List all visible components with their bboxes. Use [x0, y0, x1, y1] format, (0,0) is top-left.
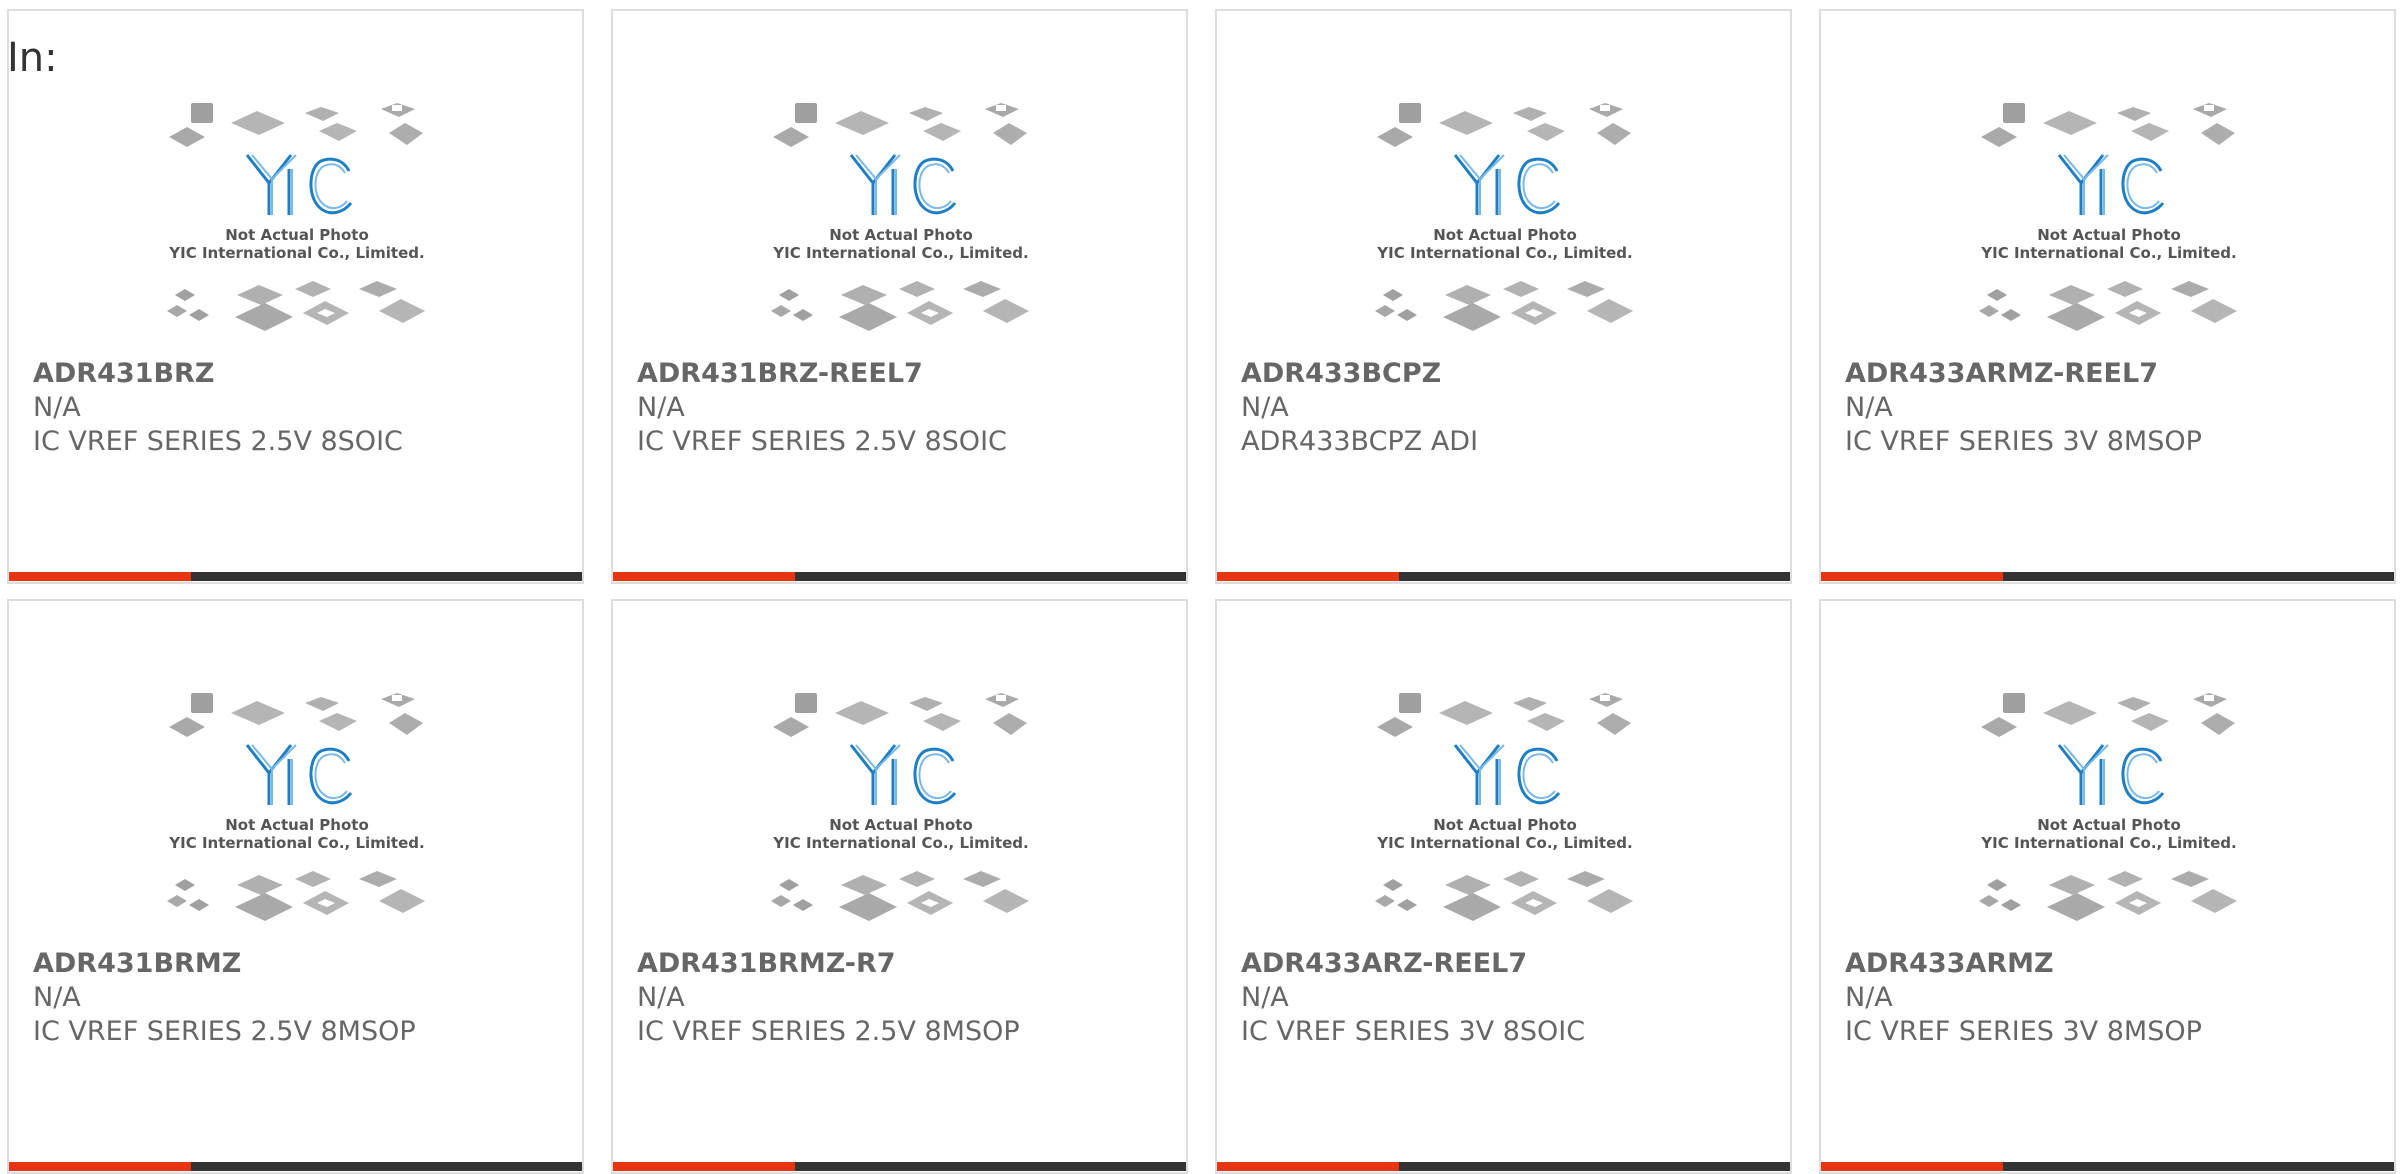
- chip-packages-bottom-icon: [1979, 871, 2237, 921]
- manufacturer: N/A: [1241, 982, 1289, 1013]
- yic-logo-icon: [1453, 744, 1561, 805]
- image-caption-line2: YIC International Co., Limited.: [168, 244, 424, 262]
- product-image: Not Actual Photo YIC International Co., …: [161, 99, 433, 349]
- image-caption-line2: YIC International Co., Limited.: [1980, 244, 2236, 262]
- product-description: IC VREF SERIES 2.5V 8SOIC: [33, 426, 403, 457]
- chip-packages-bottom-icon: [1375, 281, 1633, 331]
- part-number[interactable]: ADR431BRMZ: [33, 947, 562, 981]
- image-caption-line2: YIC International Co., Limited.: [772, 834, 1028, 852]
- product-image: Not Actual Photo YIC International Co., …: [1369, 99, 1641, 349]
- card-footer-accent: [1821, 572, 2003, 581]
- image-caption-line1: Not Actual Photo: [1433, 226, 1577, 244]
- part-number[interactable]: ADR431BRZ-REEL7: [637, 357, 1166, 391]
- manufacturer: N/A: [33, 982, 81, 1013]
- product-card[interactable]: Not Actual Photo YIC International Co., …: [1819, 599, 2396, 1174]
- manufacturer: N/A: [637, 982, 685, 1013]
- card-footer-bar: [1821, 1162, 2394, 1171]
- filter-label: In:: [7, 35, 58, 81]
- part-number[interactable]: ADR431BRZ: [33, 357, 562, 391]
- product-description: IC VREF SERIES 2.5V 8SOIC: [637, 426, 1007, 457]
- product-description: IC VREF SERIES 3V 8SOIC: [1241, 1016, 1586, 1047]
- part-number[interactable]: ADR433BCPZ: [1241, 357, 1770, 391]
- image-caption-line2: YIC International Co., Limited.: [772, 244, 1028, 262]
- chip-packages-top-icon: [773, 693, 1027, 737]
- card-footer-bar: [1217, 1162, 1790, 1171]
- chip-packages-top-icon: [773, 103, 1027, 147]
- chip-packages-bottom-icon: [167, 281, 425, 331]
- yic-logo-icon: [2057, 154, 2165, 215]
- manufacturer: N/A: [637, 392, 685, 423]
- chip-packages-bottom-icon: [771, 871, 1029, 921]
- product-description: IC VREF SERIES 3V 8MSOP: [1845, 1016, 2202, 1047]
- manufacturer: N/A: [1845, 392, 1893, 423]
- card-footer-accent: [1217, 1162, 1399, 1171]
- yic-logo-icon: [849, 154, 957, 215]
- image-caption-line2: YIC International Co., Limited.: [1376, 834, 1632, 852]
- yic-logo-icon: [849, 744, 957, 805]
- chip-packages-top-icon: [1377, 693, 1631, 737]
- card-footer-accent: [613, 572, 795, 581]
- product-card[interactable]: Not Actual Photo YIC International Co., …: [7, 9, 584, 584]
- card-footer-bar: [613, 572, 1186, 581]
- card-footer-bar: [9, 1162, 582, 1171]
- card-footer-accent: [613, 1162, 795, 1171]
- chip-packages-top-icon: [169, 693, 423, 737]
- yic-logo-icon: [1453, 154, 1561, 215]
- product-image: Not Actual Photo YIC International Co., …: [1369, 689, 1641, 939]
- card-footer-bar: [9, 572, 582, 581]
- yic-logo-icon: [245, 154, 353, 215]
- chip-packages-top-icon: [1981, 103, 2235, 147]
- product-card[interactable]: Not Actual Photo YIC International Co., …: [1215, 9, 1792, 584]
- part-number[interactable]: ADR433ARMZ-REEL7: [1845, 357, 2374, 391]
- card-footer-accent: [1217, 572, 1399, 581]
- image-caption-line1: Not Actual Photo: [225, 226, 369, 244]
- product-image: Not Actual Photo YIC International Co., …: [1973, 689, 2245, 939]
- yic-logo-icon: [245, 744, 353, 805]
- card-footer-bar: [613, 1162, 1186, 1171]
- part-number[interactable]: ADR431BRMZ-R7: [637, 947, 1166, 981]
- product-card[interactable]: Not Actual Photo YIC International Co., …: [611, 599, 1188, 1174]
- manufacturer: N/A: [33, 392, 81, 423]
- image-caption-line2: YIC International Co., Limited.: [1980, 834, 2236, 852]
- card-footer-accent: [9, 1162, 191, 1171]
- image-caption-line1: Not Actual Photo: [225, 816, 369, 834]
- product-card[interactable]: Not Actual Photo YIC International Co., …: [1215, 599, 1792, 1174]
- image-caption-line1: Not Actual Photo: [829, 226, 973, 244]
- product-card[interactable]: Not Actual Photo YIC International Co., …: [7, 599, 584, 1174]
- image-caption-line1: Not Actual Photo: [2037, 226, 2181, 244]
- card-footer-bar: [1217, 572, 1790, 581]
- card-footer-bar: [1821, 572, 2394, 581]
- product-description: ADR433BCPZ ADI: [1241, 426, 1479, 457]
- part-number[interactable]: ADR433ARZ-REEL7: [1241, 947, 1770, 981]
- image-caption-line1: Not Actual Photo: [1433, 816, 1577, 834]
- chip-packages-bottom-icon: [771, 281, 1029, 331]
- image-caption-line2: YIC International Co., Limited.: [168, 834, 424, 852]
- card-footer-accent: [9, 572, 191, 581]
- card-footer-accent: [1821, 1162, 2003, 1171]
- image-caption-line2: YIC International Co., Limited.: [1376, 244, 1632, 262]
- part-number[interactable]: ADR433ARMZ: [1845, 947, 2374, 981]
- product-description: IC VREF SERIES 2.5V 8MSOP: [33, 1016, 416, 1047]
- product-image: Not Actual Photo YIC International Co., …: [765, 689, 1037, 939]
- chip-packages-top-icon: [1377, 103, 1631, 147]
- product-image: Not Actual Photo YIC International Co., …: [161, 689, 433, 939]
- manufacturer: N/A: [1845, 982, 1893, 1013]
- yic-logo-icon: [2057, 744, 2165, 805]
- image-caption-line1: Not Actual Photo: [829, 816, 973, 834]
- chip-packages-top-icon: [1981, 693, 2235, 737]
- manufacturer: N/A: [1241, 392, 1289, 423]
- image-caption-line1: Not Actual Photo: [2037, 816, 2181, 834]
- product-image: Not Actual Photo YIC International Co., …: [765, 99, 1037, 349]
- chip-packages-bottom-icon: [1979, 281, 2237, 331]
- product-card[interactable]: Not Actual Photo YIC International Co., …: [1819, 9, 2396, 584]
- chip-packages-top-icon: [169, 103, 423, 147]
- chip-packages-bottom-icon: [167, 871, 425, 921]
- chip-packages-bottom-icon: [1375, 871, 1633, 921]
- product-card[interactable]: Not Actual Photo YIC International Co., …: [611, 9, 1188, 584]
- product-image: Not Actual Photo YIC International Co., …: [1973, 99, 2245, 349]
- product-description: IC VREF SERIES 2.5V 8MSOP: [637, 1016, 1020, 1047]
- product-description: IC VREF SERIES 3V 8MSOP: [1845, 426, 2202, 457]
